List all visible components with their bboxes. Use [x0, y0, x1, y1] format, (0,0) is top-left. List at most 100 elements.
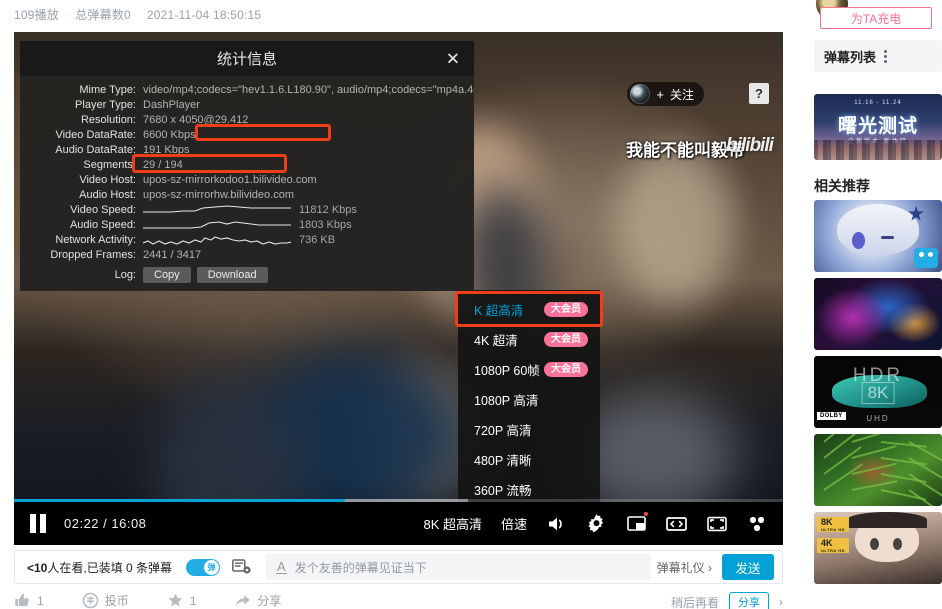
share-box-button[interactable]: 分享 [729, 592, 769, 609]
follow-button[interactable]: + 关注 [627, 82, 704, 106]
stats-panel-header: 统计信息 ✕ [20, 41, 474, 76]
bilibili-logo-icon [914, 248, 938, 268]
stats-label: Video Speed: [70, 204, 136, 216]
share-button[interactable]: 分享 [234, 592, 281, 609]
follow-label: 关注 [669, 87, 694, 102]
stats-panel: 统计信息 ✕ Mime Type: video/mp4;codecs="hev1… [20, 41, 474, 291]
quality-label: K 超高清 [474, 303, 524, 318]
stats-row-segments: Segments: 29 / 194 [20, 158, 474, 173]
rec-thumb-hdr-8k-frog[interactable]: HDR 8K UHD DOLBY [814, 356, 942, 428]
coin-button[interactable]: 投币 [82, 592, 129, 609]
quality-option-8k[interactable]: K 超高清 大会员 [458, 294, 600, 324]
rec-thumb-abstract-color[interactable] [814, 278, 942, 350]
danmaku-settings-icon[interactable] [232, 559, 252, 575]
settings-icon[interactable] [586, 513, 607, 534]
right-sidebar: 为TA充电 弹幕列表 11.16 - 11.24 曙光测试 全新版本 新体验 相… [808, 0, 942, 609]
video-player[interactable]: 我能不能叫毅帝 bilibili + 关注 ? K 超高清 大会员 4K 超清 … [14, 32, 783, 545]
control-bar-right: 8K 超高清 倍速 [423, 512, 767, 534]
thumb-art-shape [823, 446, 863, 475]
stats-row-resolution: Resolution: 7680 x 4050@29.412 [20, 113, 474, 128]
coin-label: 投币 [104, 594, 129, 608]
fullscreen-icon[interactable] [706, 513, 727, 534]
stats-value: DashPlayer [143, 99, 200, 111]
quality-option-4k[interactable]: 4K 超清 大会员 [458, 324, 600, 354]
download-log-button[interactable]: Download [196, 267, 268, 283]
video-meta: 109播放 · 总弹幕数0 2021-11-04 18:50:15 [14, 6, 261, 23]
stats-value: upos-sz-mirrorkodoo1.bilivideo.com [143, 174, 317, 186]
like-count: 1 [37, 593, 44, 608]
stats-row-audio-datarate: Audio DataRate: 191 Kbps [20, 143, 474, 158]
watch-count-text: 人在看,已装填 0 条弹幕 [47, 560, 173, 575]
quality-option-480p[interactable]: 480P 清晰 [458, 444, 600, 474]
more-chevron-icon[interactable]: › [779, 595, 783, 609]
vip-badge: 大会员 [544, 301, 588, 317]
stats-row-audio-speed: Audio Speed: 1803 Kbps [20, 218, 474, 233]
danmaku-etiquette-link[interactable]: 弹幕礼仪 › [657, 559, 712, 576]
play-count: 109播放 [14, 8, 60, 22]
stats-label: Dropped Frames: [50, 249, 136, 261]
quality-option-1080p[interactable]: 1080P 高清 [458, 384, 600, 414]
quality-option-720p[interactable]: 720P 高清 [458, 414, 600, 444]
picture-in-picture-icon[interactable] [626, 512, 648, 534]
theater-icon[interactable] [746, 513, 767, 534]
stats-label: Audio Speed: [69, 219, 136, 231]
stats-label: Player Type: [75, 99, 136, 111]
dolby-vision-icon: DOLBY [817, 412, 846, 420]
danmaku-list-header: 弹幕列表 [814, 40, 942, 72]
favorite-button[interactable]: 1 [167, 592, 196, 609]
send-button[interactable]: 发送 [722, 554, 774, 580]
widescreen-icon[interactable] [666, 513, 687, 534]
vip-badge: 大会员 [544, 331, 588, 347]
video-speed-sparkline [143, 204, 291, 218]
quality-selector-button[interactable]: 8K 超高清 [423, 514, 482, 533]
audio-speed-sparkline [143, 219, 291, 233]
pause-button[interactable] [30, 514, 48, 533]
more-options-icon[interactable] [884, 49, 888, 63]
player-control-bar: 02:22 / 16:08 8K 超高清 倍速 [14, 502, 783, 545]
plus-icon: + [656, 86, 664, 102]
danmaku-list-title: 弹幕列表 [824, 49, 877, 65]
stats-value: 1803 Kbps [299, 219, 352, 231]
danmaku-input[interactable]: 发个友善的弹幕见证当下 [295, 559, 427, 576]
help-icon[interactable]: ? [749, 83, 769, 104]
stats-row-audio-host: Audio Host: upos-sz-mirrorhw.bilivideo.c… [20, 188, 474, 203]
quality-option-1080p60[interactable]: 1080P 60帧 大会员 [458, 354, 600, 384]
video-action-bar: 1 投币 1 分享 稍后再看 分享 › [14, 592, 783, 609]
recommendations-list: HDR 8K UHD DOLBY 8K ULTRA HD 4K ULTRA HD [814, 200, 942, 590]
stats-row-dropped-frames: Dropped Frames: 2441 / 3417 [20, 248, 474, 263]
action-bar-right: 稍后再看 分享 › [671, 592, 783, 609]
stats-value: 191 Kbps [143, 144, 190, 156]
rec-thumb-pinecone[interactable] [814, 434, 942, 506]
thumb-art-shape [880, 236, 894, 239]
quality-label: 1080P 高清 [474, 393, 539, 408]
watch-count: <10人在看,已装填 0 条弹幕 [27, 559, 172, 576]
stats-panel-title: 统计信息 [216, 51, 277, 68]
danmaku-toggle[interactable]: 弹 [186, 558, 221, 576]
recommendations-title: 相关推荐 [814, 178, 870, 194]
stats-label: Video DataRate: [55, 129, 136, 141]
bilibili-watermark: bilibili [726, 135, 774, 156]
font-style-icon[interactable]: A [276, 560, 287, 574]
watch-later-label[interactable]: 稍后再看 [671, 594, 719, 609]
rec-thumb-anime-girl[interactable] [814, 200, 942, 272]
volume-icon[interactable] [546, 513, 567, 534]
stats-row-network-activity: Network Activity: 736 KB [20, 233, 474, 248]
stats-label: Segments: [83, 159, 136, 171]
playback-speed-button[interactable]: 倍速 [501, 514, 527, 533]
quality-label: 360P 流畅 [474, 483, 532, 498]
stats-value: video/mp4;codecs="hev1.1.6.L180.90", aud… [143, 84, 474, 96]
log-buttons: Copy Download [143, 267, 268, 283]
copy-log-button[interactable]: Copy [143, 267, 191, 283]
thumb-8k-text: 8K [861, 381, 895, 404]
stats-label: Audio Host: [79, 189, 136, 201]
stats-label: Network Activity: [55, 234, 136, 246]
like-button[interactable]: 1 [14, 592, 44, 609]
stats-value: 7680 x 4050@29.412 [143, 114, 249, 126]
charge-button[interactable]: 为TA充电 [820, 7, 932, 29]
close-icon[interactable]: ✕ [446, 50, 460, 67]
meta-separator: · [65, 7, 70, 22]
ad-banner[interactable]: 11.16 - 11.24 曙光测试 全新版本 新体验 [814, 94, 942, 160]
rec-thumb-8k-4k-anime[interactable]: 8K ULTRA HD 4K ULTRA HD [814, 512, 942, 584]
danmaku-input-wrapper[interactable]: A 发个友善的弹幕见证当下 [266, 554, 651, 580]
watch-count-number: <10 [27, 560, 48, 575]
